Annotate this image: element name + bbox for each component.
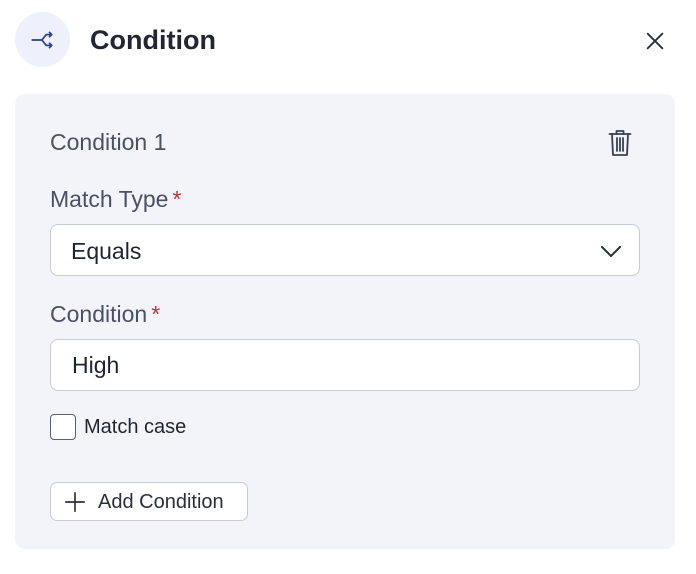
header-icon-badge [15,12,70,67]
match-type-select[interactable]: Equals [50,224,640,276]
chevron-down-icon [601,246,621,257]
match-case-option[interactable]: Match case [50,414,186,440]
delete-condition-button[interactable] [605,126,635,160]
branch-split-icon [30,31,53,48]
add-condition-label: Add Condition [98,490,224,513]
close-icon [646,32,664,50]
condition-title: Condition 1 [50,129,167,155]
close-button[interactable] [640,26,670,56]
match-type-selected-value: Equals [71,238,142,264]
condition-label: Condition * [50,301,161,327]
condition-panel: Condition 1 Match Type * Equals Condition… [15,94,675,549]
match-case-checkbox[interactable] [50,414,76,440]
dialog-title: Condition [90,25,216,55]
match-case-label: Match case [84,416,187,438]
required-marker: * [151,301,161,327]
dialog-header: Condition [0,0,696,80]
condition-input[interactable] [50,339,640,391]
trash-icon [608,130,632,156]
plus-icon [65,491,85,512]
match-type-label: Match Type * [50,186,182,212]
required-marker: * [172,186,182,212]
add-condition-button[interactable]: Add Condition [50,482,248,521]
